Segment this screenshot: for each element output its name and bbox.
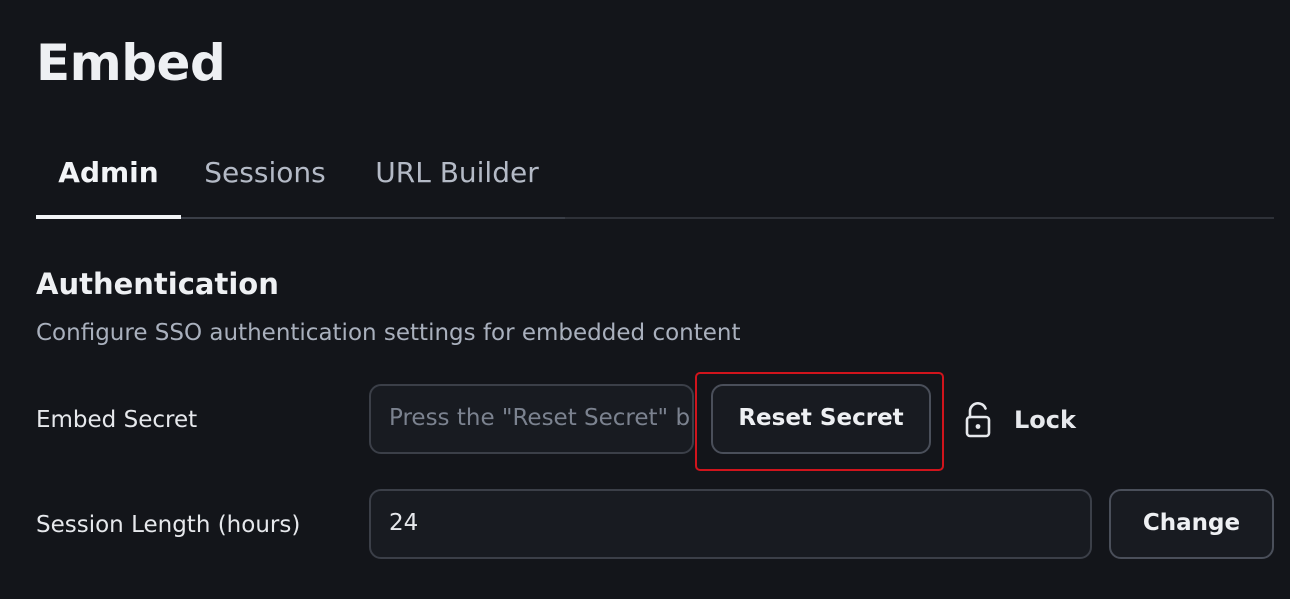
lock-toggle[interactable]: Lock: [962, 396, 1076, 444]
tab-divider: [181, 217, 565, 219]
section-title: Authentication: [36, 267, 279, 301]
unlocked-padlock-icon: [962, 400, 994, 440]
reset-secret-button[interactable]: Reset Secret: [711, 384, 931, 454]
page-title: Embed: [36, 34, 226, 92]
tab-bar: Admin Sessions URL Builder: [36, 140, 1274, 219]
change-button[interactable]: Change: [1109, 489, 1274, 559]
tab-admin[interactable]: Admin: [36, 140, 181, 219]
session-length-label: Session Length (hours): [36, 512, 301, 538]
embed-settings-page: Embed Admin Sessions URL Builder Authent…: [0, 0, 1290, 599]
section-description: Configure SSO authentication settings fo…: [36, 320, 741, 346]
lock-label: Lock: [1014, 406, 1076, 434]
tab-sessions[interactable]: Sessions: [181, 140, 349, 217]
tab-url-builder[interactable]: URL Builder: [349, 140, 565, 217]
embed-secret-input[interactable]: Press the "Reset Secret" button to gener…: [369, 384, 694, 454]
embed-secret-label: Embed Secret: [36, 407, 198, 433]
session-length-input[interactable]: 24: [369, 489, 1092, 559]
